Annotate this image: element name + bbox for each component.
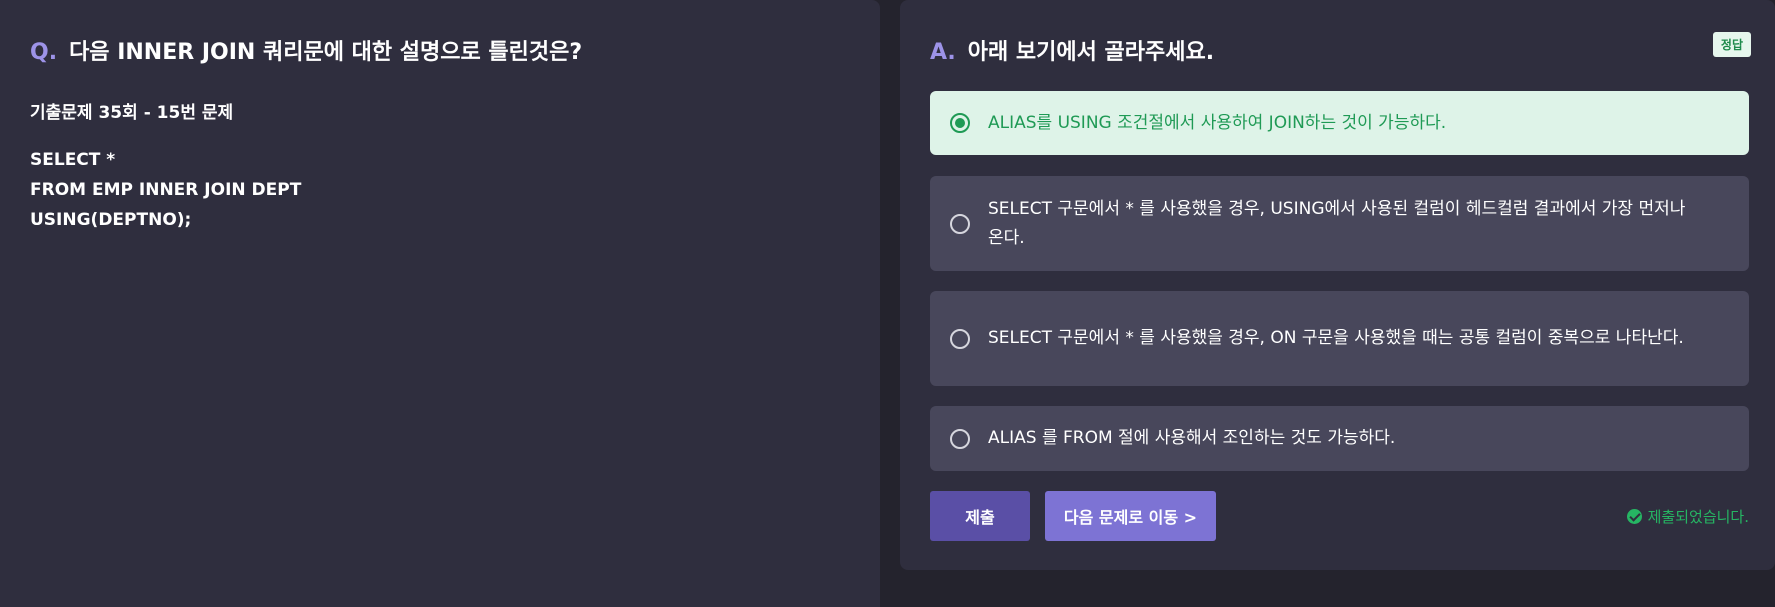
answer-header: A. 아래 보기에서 골라주세요. <box>930 34 1745 66</box>
question-marker: Q. <box>30 40 58 65</box>
radio-icon[interactable] <box>950 428 970 449</box>
answer-option-3[interactable]: SELECT 구문에서 * 를 사용했을 경우, ON 구문을 사용했을 때는 … <box>930 291 1749 386</box>
question-header: Q. 다음 INNER JOIN 쿼리문에 대한 설명으로 틀린것은? <box>30 34 850 66</box>
next-question-button[interactable]: 다음 문제로 이동 > <box>1045 491 1216 541</box>
radio-icon[interactable] <box>950 328 970 349</box>
question-title: 다음 INNER JOIN 쿼리문에 대한 설명으로 틀린것은? <box>69 40 583 65</box>
action-bar: 제출 다음 문제로 이동 > 제출되었습니다. <box>930 491 1749 541</box>
option-label: SELECT 구문에서 * 를 사용했을 경우, USING에서 사용된 컬럼이… <box>988 198 1686 248</box>
radio-icon[interactable] <box>950 213 970 234</box>
code-line: SELECT * <box>30 150 116 170</box>
answer-option-4[interactable]: ALIAS 를 FROM 절에 사용해서 조인하는 것도 가능하다. <box>930 406 1749 471</box>
question-panel: Q. 다음 INNER JOIN 쿼리문에 대한 설명으로 틀린것은? 기출문제… <box>0 0 880 607</box>
answer-option-2[interactable]: SELECT 구문에서 * 를 사용했을 경우, USING에서 사용된 컬럼이… <box>930 176 1749 271</box>
question-subtitle: 기출문제 35회 - 15번 문제 <box>30 103 234 123</box>
quiz-page: Q. 다음 INNER JOIN 쿼리문에 대한 설명으로 틀린것은? 기출문제… <box>0 0 1775 607</box>
answer-panel: A. 아래 보기에서 골라주세요. 정답 ALIAS를 USING 조건절에서 … <box>900 0 1775 570</box>
option-label: SELECT 구문에서 * 를 사용했을 경우, ON 구문을 사용했을 때는 … <box>988 328 1684 348</box>
code-line: USING(DEPTNO); <box>30 210 192 230</box>
answer-marker: A. <box>930 40 956 65</box>
submission-status: 제출되었습니다. <box>1626 506 1749 527</box>
submit-button[interactable]: 제출 <box>930 491 1030 541</box>
status-text: 제출되었습니다. <box>1647 508 1749 526</box>
correct-answer-badge: 정답 <box>1712 32 1751 57</box>
answer-option-1[interactable]: ALIAS를 USING 조건절에서 사용하여 JOIN하는 것이 가능하다. <box>930 91 1749 155</box>
option-label: ALIAS 를 FROM 절에 사용해서 조인하는 것도 가능하다. <box>988 428 1396 448</box>
question-code: SELECT * FROM EMP INNER JOIN DEPT USING(… <box>30 145 850 235</box>
option-label: ALIAS를 USING 조건절에서 사용하여 JOIN하는 것이 가능하다. <box>988 112 1447 133</box>
check-circle-icon <box>1626 509 1642 524</box>
answer-title: 아래 보기에서 골라주세요. <box>967 40 1215 65</box>
code-line: FROM EMP INNER JOIN DEPT <box>30 180 302 200</box>
radio-selected-icon[interactable] <box>950 113 970 133</box>
